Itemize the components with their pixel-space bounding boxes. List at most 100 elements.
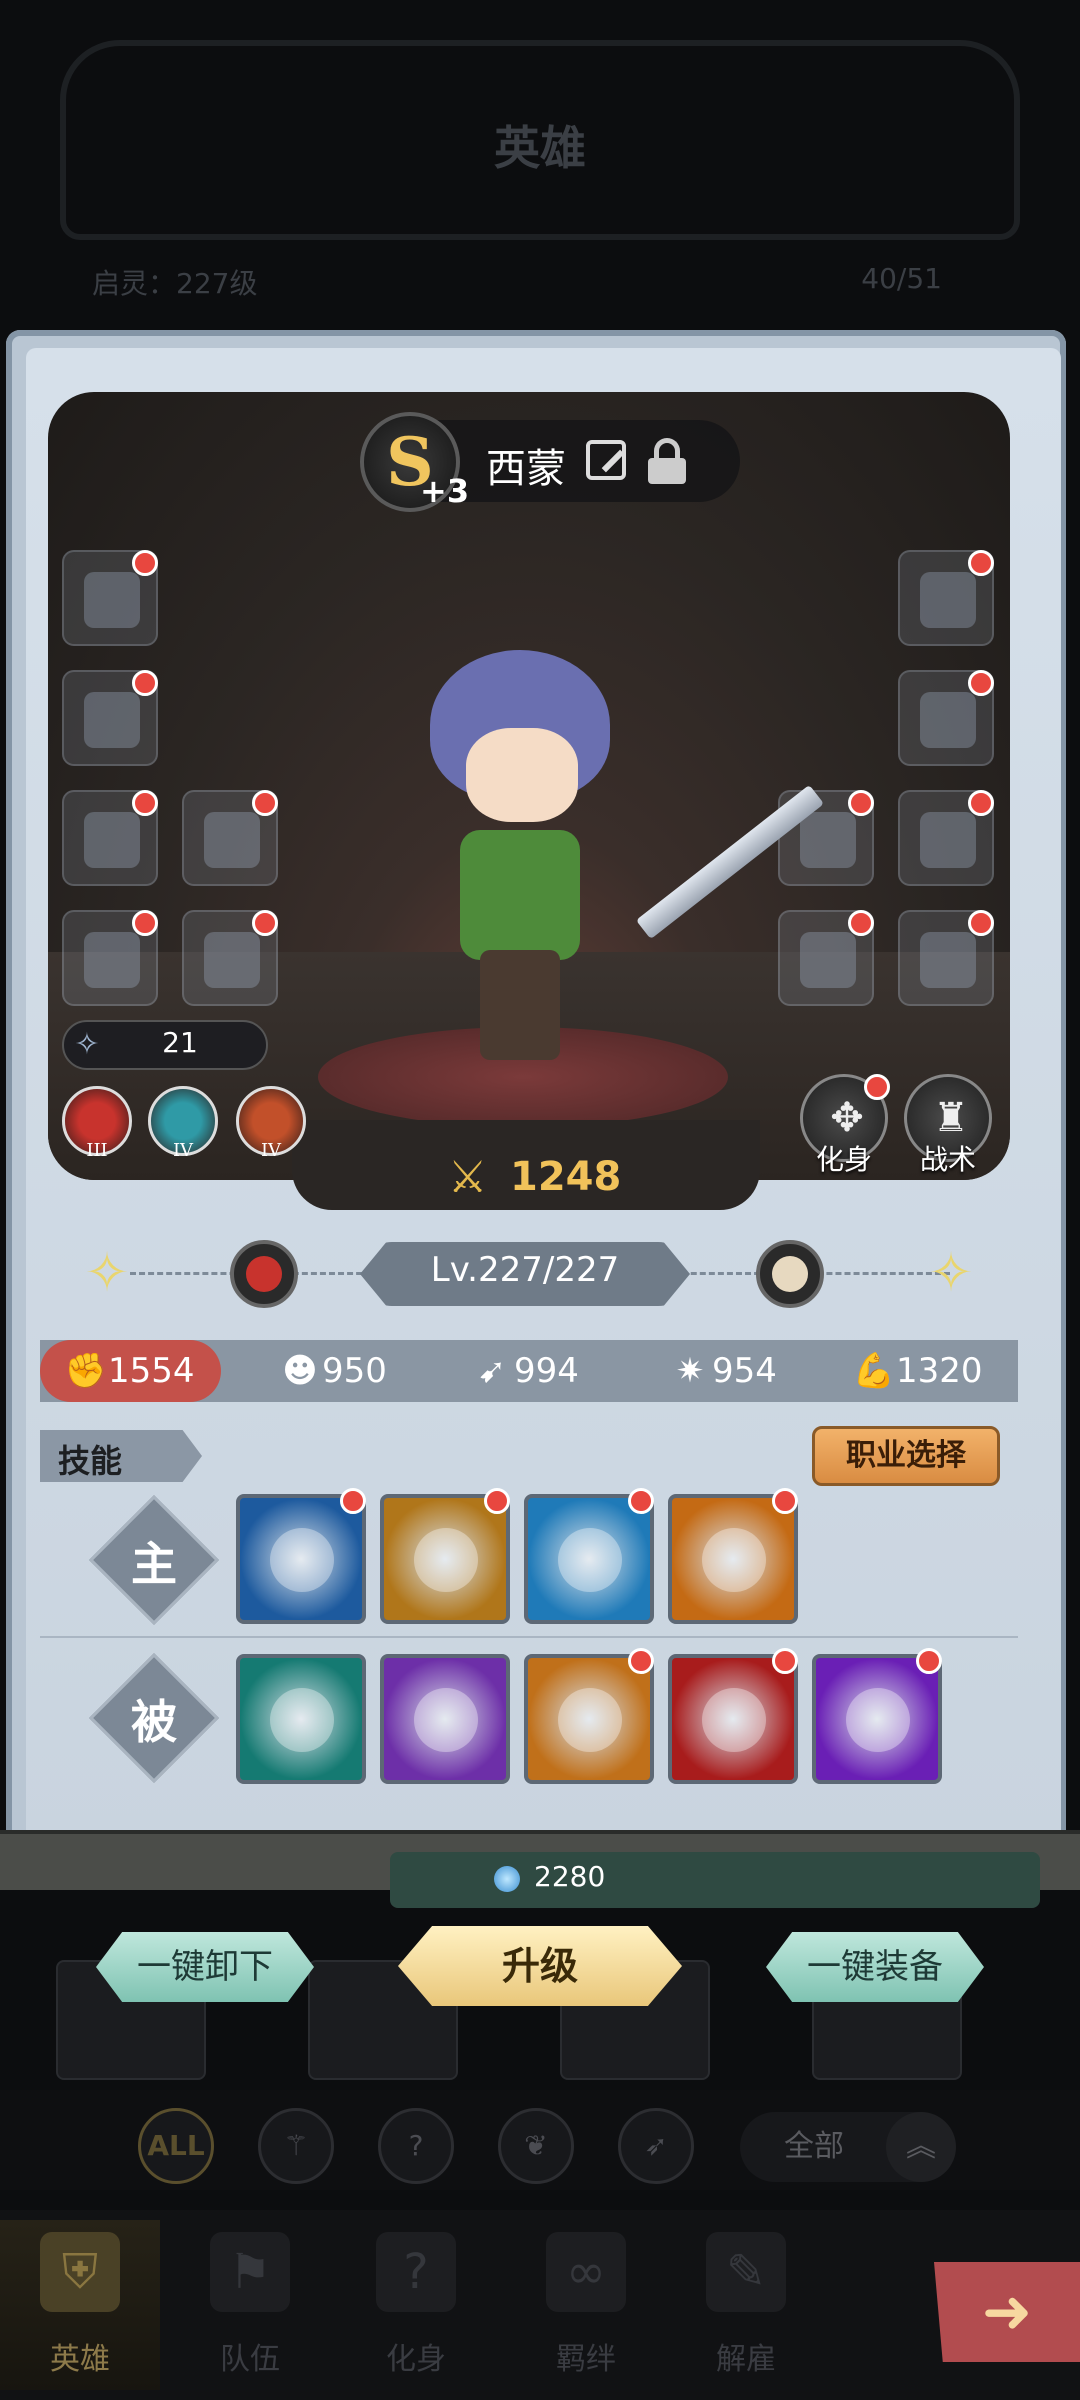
skill-glyph: [702, 1688, 766, 1752]
dark-armor-icon[interactable]: [380, 1654, 510, 1784]
meditate-icon[interactable]: [380, 1494, 510, 1624]
skill-glyph: [846, 1688, 910, 1752]
upgrade-button[interactable]: 升级: [398, 1926, 682, 2006]
unequip-all-button[interactable]: 一键卸下: [96, 1932, 314, 2002]
tab-label: 解雇: [716, 2342, 776, 2377]
stat-intellect: ☻ 950: [278, 1340, 387, 1402]
cross-swords-icon[interactable]: [524, 1654, 654, 1784]
next-hero-icon[interactable]: ✧: [924, 1246, 978, 1300]
chevron-up-icon[interactable]: ︽: [886, 2112, 956, 2182]
hero-face: [466, 728, 578, 822]
spiral-rune-icon: [204, 932, 260, 988]
red-dot: [864, 1074, 890, 1100]
runner-icon[interactable]: [236, 1654, 366, 1784]
skill-glyph: [414, 1528, 478, 1592]
rune-level: IV: [260, 1140, 282, 1161]
red-dot: [132, 790, 158, 816]
skill-glyph: [702, 1528, 766, 1592]
soul-value: 21: [162, 1026, 198, 1059]
tab-heroes[interactable]: ⛨ 英雄: [0, 2220, 160, 2390]
rank-plus: +3: [420, 472, 470, 510]
stat-value: 1320: [896, 1351, 983, 1391]
filter-mage-icon[interactable]: ?: [378, 2108, 454, 2184]
skills-title: 技能: [58, 1442, 123, 1480]
hero-screen: 英雄 启灵：227级 40/51 S +3 西蒙 ✧ 21 III IV IV …: [0, 0, 1080, 2400]
hero-character[interactable]: [430, 650, 630, 1070]
red-dot: [252, 910, 278, 936]
flame-icon: [246, 1256, 282, 1292]
pants-icon: [920, 812, 976, 868]
red-dot: [628, 1648, 654, 1674]
hero-torso: [460, 830, 580, 960]
ring-icon: [84, 812, 140, 868]
angel-icon: [772, 1256, 808, 1292]
hero-count: 40/51: [861, 262, 942, 295]
flag-icon: ⚑: [210, 2232, 290, 2312]
active-label: 主: [131, 1537, 177, 1591]
mask-icon: ?: [376, 2232, 456, 2312]
arcane-orb-icon[interactable]: [812, 1654, 942, 1784]
red-dot: [968, 910, 994, 936]
tab-label: 化身: [386, 2342, 446, 2377]
filter-support-icon[interactable]: ❦: [498, 2108, 574, 2184]
red-dot: [340, 1488, 366, 1514]
chess-rook-icon: ♜: [933, 1095, 969, 1141]
lock-icon[interactable]: [648, 438, 686, 484]
red-dot: [132, 550, 158, 576]
bond-icon: ∞: [546, 2232, 626, 2312]
helmet-icon: ⛨: [40, 2232, 120, 2312]
job-select-button[interactable]: 职业选择: [812, 1426, 1000, 1486]
next-arrow-icon[interactable]: ➜: [934, 2262, 1080, 2362]
filter-ranger-icon[interactable]: ➶: [618, 2108, 694, 2184]
swirl-rune-icon: [84, 932, 140, 988]
prev-hero-icon[interactable]: ✧: [80, 1246, 134, 1300]
red-dot: [968, 670, 994, 696]
bracer-icon: [800, 812, 856, 868]
tab-bond[interactable]: ∞ 羁绊: [506, 2220, 666, 2390]
blood-spear-icon[interactable]: [668, 1654, 798, 1784]
flame-wave-icon[interactable]: [668, 1494, 798, 1624]
currency-bar: [390, 1852, 1040, 1908]
tab-team[interactable]: ⚑ 队伍: [170, 2220, 330, 2390]
fist-icon: ✊: [64, 1351, 108, 1391]
vortex-icon[interactable]: [236, 1494, 366, 1624]
dash-icon: ➹: [477, 1351, 507, 1391]
tab-dismiss[interactable]: ✎ 解雇: [666, 2220, 826, 2390]
red-dot: [252, 790, 278, 816]
hero-name: 西蒙: [486, 446, 566, 492]
tactics-label: 战术: [919, 1143, 976, 1176]
tab-label: 队伍: [220, 2342, 280, 2377]
burst-icon: ✷: [675, 1351, 705, 1391]
filter-all[interactable]: ALL: [138, 2108, 214, 2184]
red-dot: [484, 1488, 510, 1514]
avatar-label: 化身: [815, 1143, 872, 1176]
red-dot: [772, 1648, 798, 1674]
tab-label: 羁绊: [556, 2342, 616, 2377]
page-title: 英雄: [494, 121, 586, 175]
equip-all-button[interactable]: 一键装备: [766, 1932, 984, 2002]
element-orb-icon[interactable]: [230, 1240, 298, 1308]
tab-avatar[interactable]: ? 化身: [336, 2220, 496, 2390]
red-dot: [772, 1488, 798, 1514]
red-dot: [968, 790, 994, 816]
passive-label: 被: [131, 1695, 177, 1749]
red-dot: [968, 550, 994, 576]
red-dot: [848, 790, 874, 816]
head-icon: ☻: [282, 1351, 318, 1391]
boots-icon: [920, 932, 976, 988]
dagger-icon: [84, 572, 140, 628]
helmet-icon: [920, 572, 976, 628]
faction-orb-icon[interactable]: [756, 1240, 824, 1308]
skill-glyph: [270, 1528, 334, 1592]
currency-value: 2280: [534, 1860, 606, 1893]
slash-icon[interactable]: [524, 1494, 654, 1624]
skill-row-divider: [40, 1636, 1018, 1638]
stat-agility: ➹ 994: [470, 1340, 579, 1402]
edit-name-icon[interactable]: [586, 440, 626, 480]
combat-power: 1248: [510, 1154, 622, 1200]
filter-warrior-icon[interactable]: ⚚: [258, 2108, 334, 2184]
skill-glyph: [414, 1688, 478, 1752]
hero-legs: [480, 950, 560, 1060]
charm-icon: [204, 812, 260, 868]
tab-label: 英雄: [50, 2342, 110, 2377]
